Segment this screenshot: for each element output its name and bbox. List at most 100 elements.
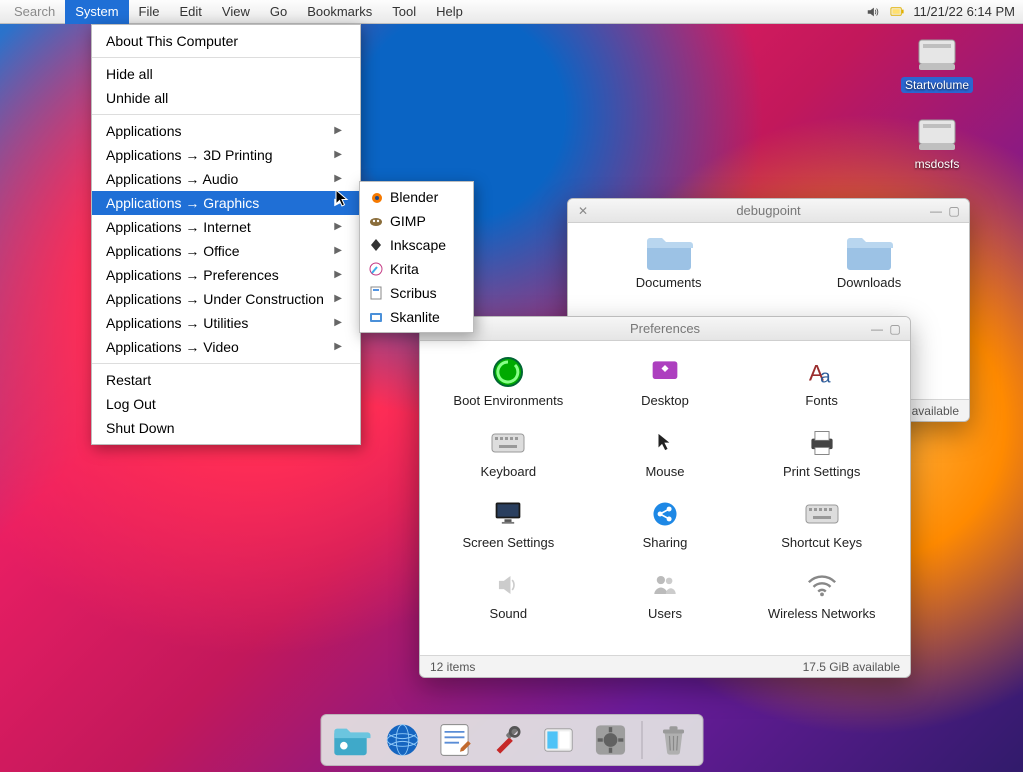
desktop-icon-startvolume[interactable]: Startvolume (897, 34, 977, 93)
pref-sharing[interactable]: Sharing (587, 497, 744, 550)
maximize-button[interactable]: ▢ (886, 320, 904, 338)
menu-applications-video[interactable]: Applications → Video▶ (92, 335, 360, 359)
chevron-right-icon: ▶ (334, 146, 342, 164)
sound-icon (491, 568, 525, 602)
menu-hide-all[interactable]: Hide all (92, 62, 360, 86)
pref-screen-settings[interactable]: Screen Settings (430, 497, 587, 550)
pref-label: Shortcut Keys (781, 535, 862, 550)
menu-applications-3dprinting[interactable]: Applications → 3D Printing▶ (92, 143, 360, 167)
chevron-right-icon: ▶ (334, 218, 342, 236)
menubar-go[interactable]: Go (260, 0, 297, 24)
menubar-bookmarks[interactable]: Bookmarks (297, 0, 382, 24)
graphics-submenu: Blender GIMP Inkscape Krita Scribus Skan… (359, 181, 474, 333)
menubar-edit[interactable]: Edit (170, 0, 212, 24)
menu-applications-internet[interactable]: Applications → Internet▶ (92, 215, 360, 239)
menubar-system[interactable]: System (65, 0, 128, 24)
menubar-clock[interactable]: 11/21/22 6:14 PM (913, 4, 1015, 19)
battery-icon[interactable] (889, 4, 905, 20)
chevron-right-icon: ▶ (334, 338, 342, 356)
menubar-help[interactable]: Help (426, 0, 473, 24)
titlebar[interactable]: ✕ debugpoint — ▢ (568, 199, 969, 223)
folder-label: Documents (636, 275, 702, 290)
menu-restart[interactable]: Restart (92, 368, 360, 392)
menu-applications-utilities[interactable]: Applications → Utilities▶ (92, 311, 360, 335)
status-right: 17.5 GiB available (803, 660, 900, 674)
pref-mouse[interactable]: Mouse (587, 426, 744, 479)
dock-editor[interactable] (433, 719, 475, 761)
pref-sound[interactable]: Sound (430, 568, 587, 621)
menu-about[interactable]: About This Computer (92, 29, 360, 53)
menu-applications-preferences[interactable]: Applications → Preferences▶ (92, 263, 360, 287)
pref-label: Keyboard (481, 464, 537, 479)
menu-applications[interactable]: Applications▶ (92, 119, 360, 143)
dock-trash[interactable] (652, 719, 694, 761)
menu-shutdown[interactable]: Shut Down (92, 416, 360, 440)
pref-label: Desktop (641, 393, 689, 408)
pref-label: Print Settings (783, 464, 860, 479)
pref-label: Screen Settings (462, 535, 554, 550)
chevron-right-icon: ▶ (334, 242, 342, 260)
pref-print-settings[interactable]: Print Settings (743, 426, 900, 479)
dock-files[interactable] (329, 719, 371, 761)
menubar-tool[interactable]: Tool (382, 0, 426, 24)
menubar-view[interactable]: View (212, 0, 260, 24)
drive-icon (915, 34, 959, 74)
menu-applications-underconstruction[interactable]: Applications → Under Construction▶ (92, 287, 360, 311)
dock-utilities[interactable] (485, 719, 527, 761)
pref-shortcut-keys[interactable]: Shortcut Keys (743, 497, 900, 550)
pref-desktop[interactable]: Desktop (587, 355, 744, 408)
keyboard-icon (491, 426, 525, 460)
submenu-inkscape[interactable]: Inkscape (360, 233, 473, 257)
keyboard-icon (805, 497, 839, 531)
submenu-scribus[interactable]: Scribus (360, 281, 473, 305)
menubar-file[interactable]: File (129, 0, 170, 24)
desktop-icon (648, 355, 682, 389)
pref-boot-environments[interactable]: Boot Environments (430, 355, 587, 408)
pref-wireless-networks[interactable]: Wireless Networks (743, 568, 900, 621)
minimize-button[interactable]: — (927, 202, 945, 220)
menu-applications-audio[interactable]: Applications → Audio▶ (92, 167, 360, 191)
submenu-gimp[interactable]: GIMP (360, 209, 473, 233)
pref-users[interactable]: Users (587, 568, 744, 621)
dock-panel[interactable] (537, 719, 579, 761)
volume-icon[interactable] (865, 4, 881, 20)
boot-icon (491, 355, 525, 389)
status-left: 12 items (430, 660, 475, 674)
pref-fonts[interactable]: Aa Fonts (743, 355, 900, 408)
pref-label: Boot Environments (453, 393, 563, 408)
pref-label: Mouse (645, 464, 684, 479)
submenu-skanlite[interactable]: Skanlite (360, 305, 473, 329)
status-right: available (912, 404, 959, 418)
wifi-icon (805, 568, 839, 602)
desktop-icon-label: Startvolume (901, 77, 973, 93)
menubar-search[interactable]: Search (0, 0, 65, 24)
menu-applications-office[interactable]: Applications → Office▶ (92, 239, 360, 263)
menu-logout[interactable]: Log Out (92, 392, 360, 416)
chevron-right-icon: ▶ (334, 122, 342, 140)
drive-icon (915, 114, 959, 154)
maximize-button[interactable]: ▢ (945, 202, 963, 220)
menu-separator (92, 363, 360, 364)
cursor-icon (335, 189, 349, 209)
window-preferences[interactable]: ✕ Preferences — ▢ Boot Environments Desk… (419, 316, 911, 678)
close-button[interactable]: ✕ (574, 202, 592, 220)
pref-label: Sharing (643, 535, 688, 550)
pref-label: Sound (490, 606, 528, 621)
submenu-blender[interactable]: Blender (360, 185, 473, 209)
menu-applications-graphics[interactable]: Applications → Graphics▶ (92, 191, 360, 215)
dock-settings[interactable] (589, 719, 631, 761)
pref-keyboard[interactable]: Keyboard (430, 426, 587, 479)
menu-unhide-all[interactable]: Unhide all (92, 86, 360, 110)
menubar: Search System File Edit View Go Bookmark… (0, 0, 1023, 24)
folder-icon (845, 233, 893, 271)
printer-icon (805, 426, 839, 460)
dock-browser[interactable] (381, 719, 423, 761)
statusbar: 12 items 17.5 GiB available (420, 655, 910, 677)
mouse-cursor-icon (648, 426, 682, 460)
skanlite-icon (368, 309, 384, 325)
titlebar[interactable]: ✕ Preferences — ▢ (420, 317, 910, 341)
submenu-krita[interactable]: Krita (360, 257, 473, 281)
desktop-icon-msdosfs[interactable]: msdosfs (897, 114, 977, 171)
minimize-button[interactable]: — (868, 320, 886, 338)
svg-text:a: a (820, 365, 831, 386)
